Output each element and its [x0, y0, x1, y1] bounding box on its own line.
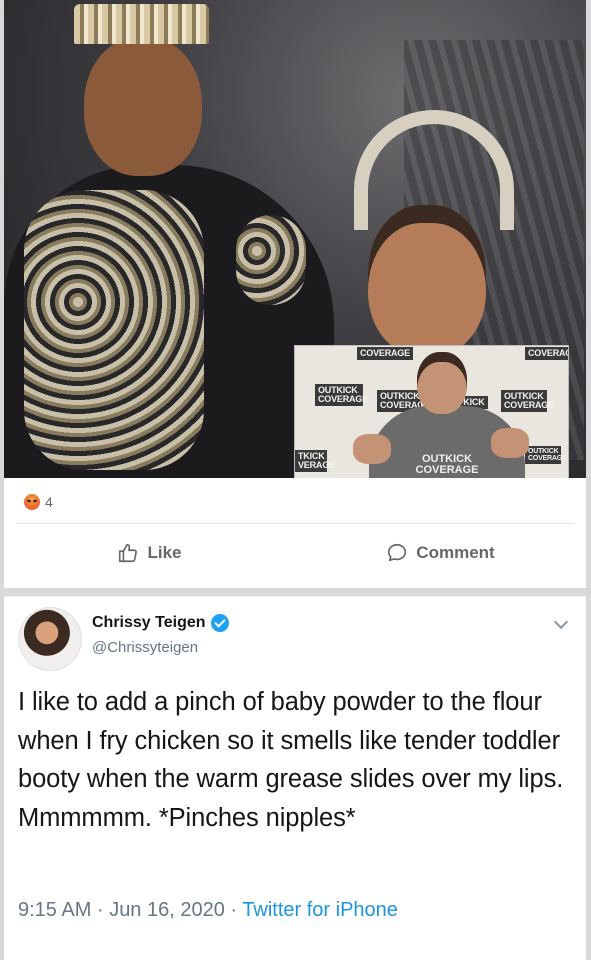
inset-person-head: [417, 352, 467, 414]
inset-logo: TKICK VERAGE: [295, 450, 335, 472]
photo-crown: [74, 4, 209, 44]
inset-right-hand: [491, 428, 529, 458]
author-display-name[interactable]: Chrissy Teigen: [92, 614, 206, 632]
meta-separator: ·: [96, 899, 104, 921]
reaction-summary[interactable]: 4: [24, 492, 53, 512]
inset-logo: COVERAGE: [357, 347, 413, 360]
tweet-text: I like to add a pinch of baby powder to …: [18, 688, 564, 832]
tweet-source-link[interactable]: Twitter for iPhone: [242, 899, 398, 921]
post-photo[interactable]: COVERAGE COVERAGE OUTKICK COVERAGE OUTKI…: [4, 0, 586, 478]
tweet-meta: 9:15 AM · Jun 16, 2020 · Twitter for iPh…: [18, 899, 398, 922]
post-action-bar: Like Comment: [4, 530, 586, 576]
comment-bubble-icon: [388, 543, 407, 562]
like-button[interactable]: Like: [4, 530, 295, 576]
tweet-card: Chrissy Teigen @Chrissyteigen I like to …: [4, 596, 586, 960]
thumbs-up-icon: [119, 543, 138, 563]
reaction-count: 4: [45, 494, 53, 510]
avatar[interactable]: [18, 607, 82, 671]
inset-video-frame: COVERAGE COVERAGE OUTKICK COVERAGE OUTKI…: [294, 345, 569, 478]
comment-label: Comment: [416, 543, 495, 562]
tweet-author-row: Chrissy Teigen: [92, 614, 229, 632]
inset-logo: OUTKICK COVERAGE: [501, 390, 554, 412]
meta-separator: ·: [230, 899, 238, 921]
chevron-down-icon[interactable]: [553, 614, 569, 630]
verified-badge-icon: [210, 614, 229, 632]
tweet-date[interactable]: Jun 16, 2020: [109, 899, 225, 921]
inset-logo: OUTKICK COVERAGE: [315, 384, 368, 406]
photo-embroidery-right: [236, 215, 306, 305]
divider: [16, 523, 574, 524]
inset-shirt-logo: OUTKICK COVERAGE: [415, 453, 479, 476]
comment-button[interactable]: Comment: [295, 530, 586, 576]
facebook-post-card: COVERAGE COVERAGE OUTKICK COVERAGE OUTKI…: [4, 0, 586, 590]
tweet-time[interactable]: 9:15 AM: [18, 899, 91, 921]
photo-woman-head: [368, 205, 486, 355]
photo-embroidery: [24, 190, 204, 470]
like-label: Like: [147, 543, 182, 562]
angry-reaction-icon: [24, 494, 40, 510]
inset-left-hand: [353, 434, 391, 464]
inset-logo: COVERAGE: [525, 347, 568, 360]
photo-man-head: [84, 36, 202, 176]
author-handle[interactable]: @Chrissyteigen: [92, 639, 198, 656]
inset-logo: OUTKICK COVERAGE: [525, 446, 567, 464]
